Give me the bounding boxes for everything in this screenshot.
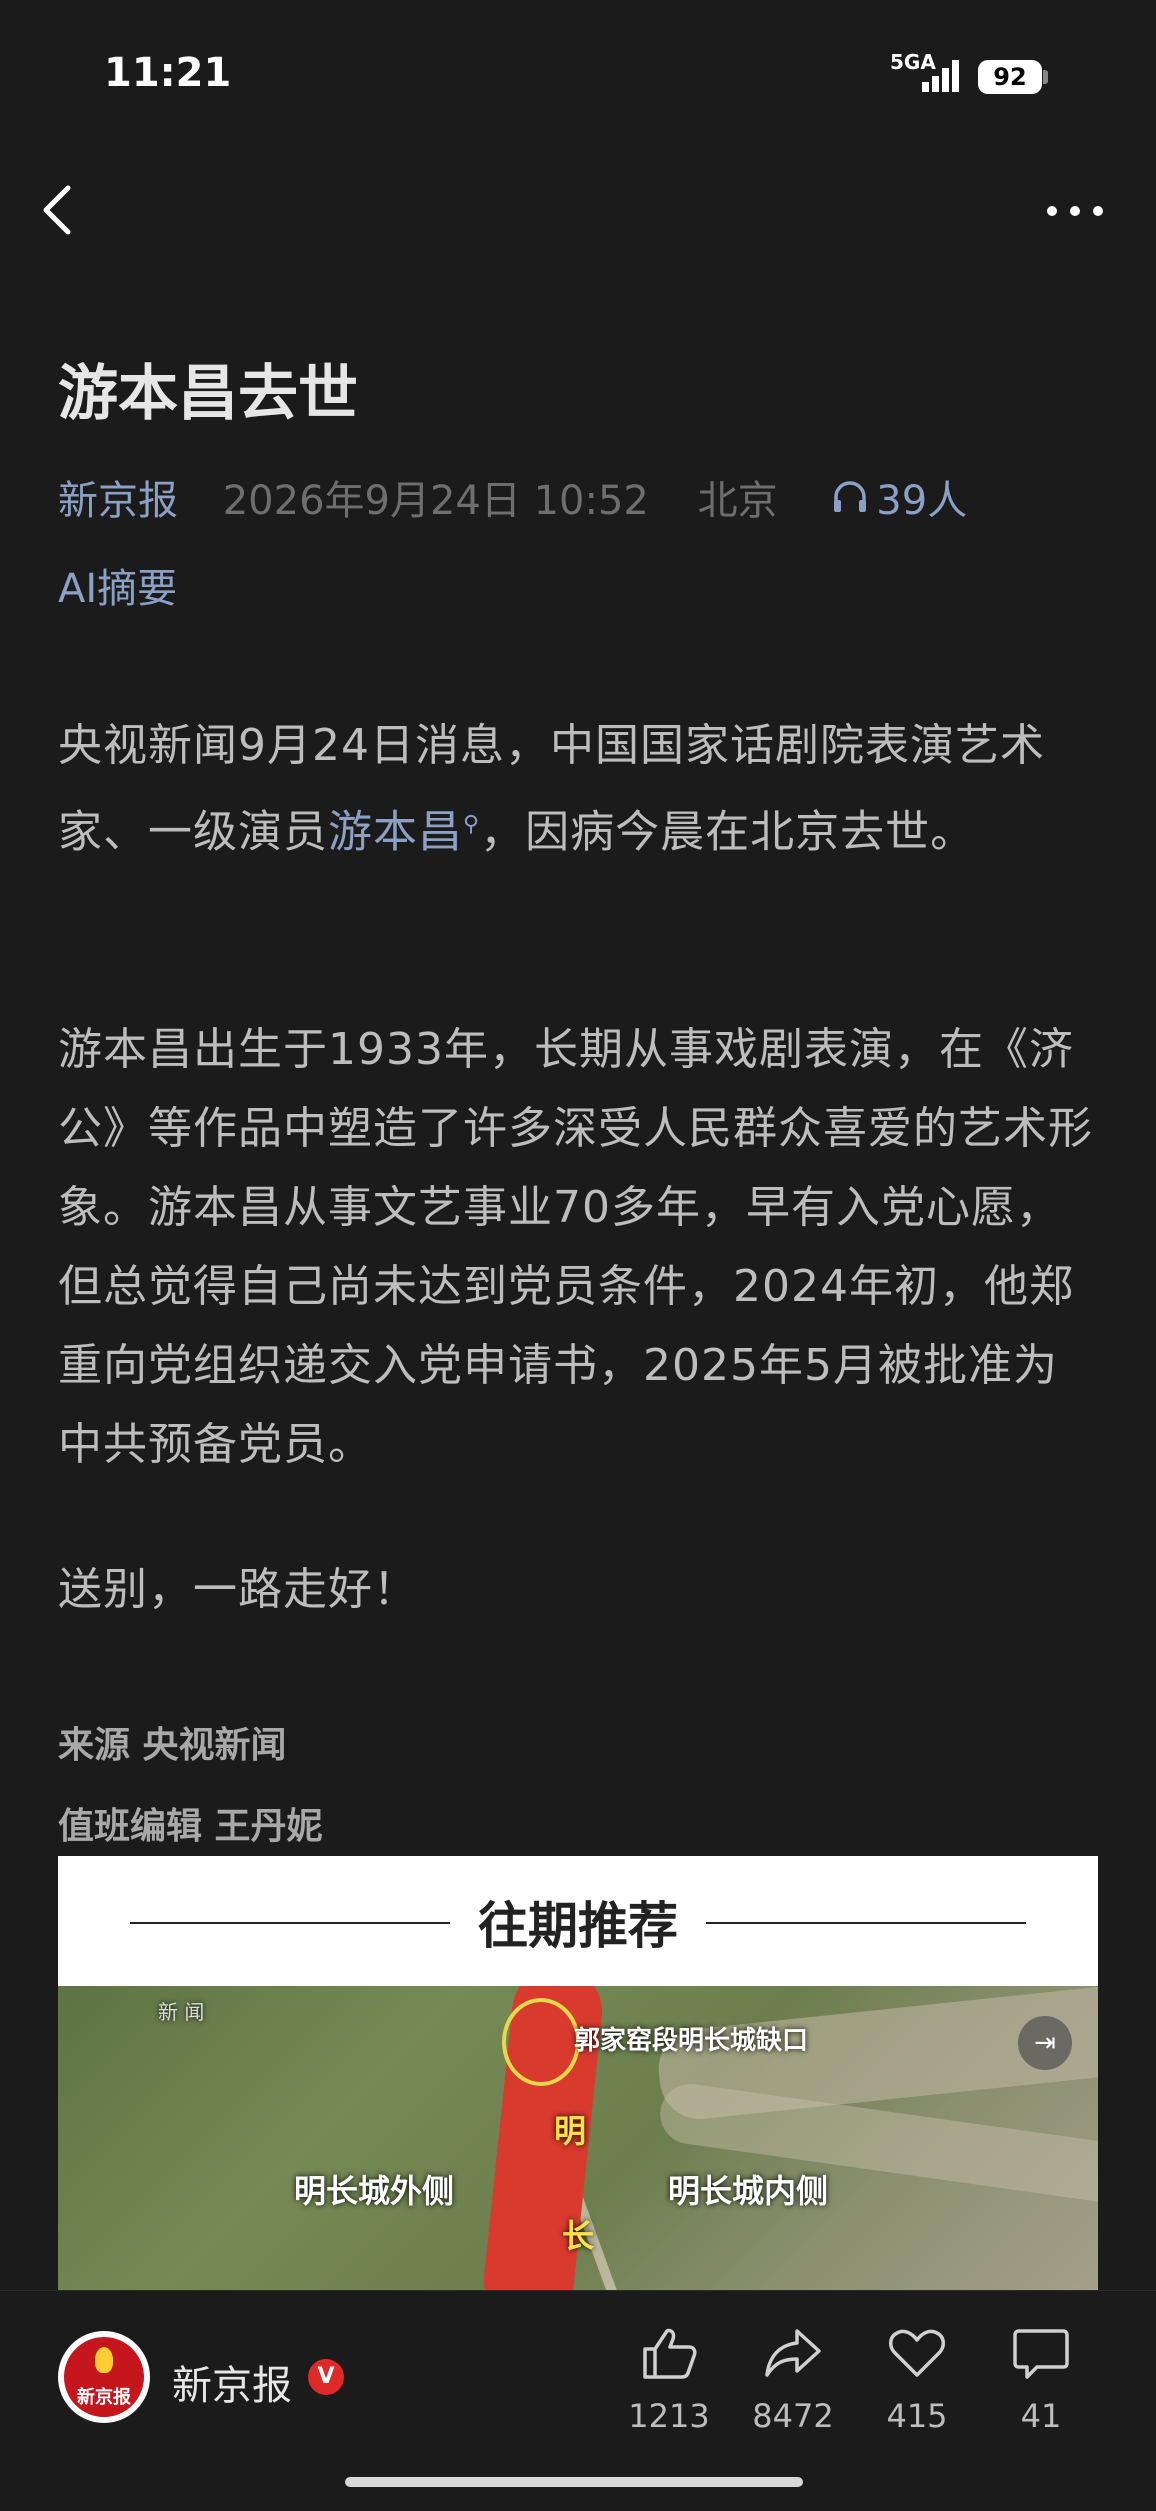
inside-label: 明长城内侧 bbox=[668, 2172, 829, 2210]
credit-editor: 值班编辑 王丹妮 bbox=[58, 1806, 323, 1847]
person-link[interactable]: 游本昌 bbox=[328, 807, 463, 858]
news-watermark: 新 闻 bbox=[158, 2000, 205, 2024]
exit-icon[interactable]: ⇥ bbox=[1018, 2016, 1072, 2070]
favorite-button[interactable]: 415 bbox=[862, 2325, 972, 2435]
status-time: 11:21 bbox=[104, 50, 232, 96]
share-button[interactable]: 8472 bbox=[738, 2325, 848, 2435]
favorite-count: 415 bbox=[886, 2397, 948, 2435]
past-recommendations-card[interactable]: 往期推荐 新 闻 郭家窑段明长城缺口 明长城外侧 明长城内侧 明 长 ⇥ bbox=[58, 1856, 1098, 2296]
signal-icon: 5GA bbox=[890, 50, 962, 96]
status-bar: 11:21 5GA 92 bbox=[0, 0, 1156, 150]
logo-text: 新京报 bbox=[77, 2387, 131, 2408]
comment-count: 41 bbox=[1020, 2397, 1062, 2435]
share-icon bbox=[765, 2329, 821, 2377]
promo-header: 往期推荐 bbox=[58, 1856, 1098, 1986]
listen-button[interactable]: 39人 bbox=[830, 468, 967, 526]
channel-avatar[interactable]: 新京报 bbox=[58, 2331, 150, 2423]
heart-icon bbox=[889, 2329, 945, 2377]
ai-summary-link[interactable]: AI摘要 bbox=[58, 556, 177, 614]
wall-label-chang: 长 bbox=[562, 2217, 595, 2255]
like-count: 1213 bbox=[628, 2397, 710, 2435]
publish-location: 北京 bbox=[697, 478, 778, 524]
paragraph-3: 送别，一路走好！ bbox=[58, 1564, 418, 1615]
great-wall-aerial-image[interactable]: 新 闻 郭家窑段明长城缺口 明长城外侧 明长城内侧 明 长 ⇥ bbox=[58, 1986, 1098, 2296]
source-link[interactable]: 新京报 bbox=[58, 468, 178, 526]
like-button[interactable]: 1213 bbox=[614, 2325, 724, 2435]
listener-count: 39人 bbox=[876, 478, 968, 524]
back-icon bbox=[43, 185, 71, 235]
back-button[interactable] bbox=[36, 180, 86, 240]
wall-label-ming: 明 bbox=[554, 2112, 587, 2150]
article-meta: 新京报 2026年9月24日 10:52 北京 39人 bbox=[58, 468, 967, 528]
like-icon bbox=[643, 2328, 697, 2379]
publish-date: 2026年9月24日 10:52 bbox=[222, 478, 649, 524]
verified-badge: V bbox=[308, 2359, 344, 2395]
outside-label: 明长城外侧 bbox=[294, 2172, 455, 2210]
channel-name[interactable]: 新京报 bbox=[172, 2353, 292, 2411]
paragraph-2: 游本昌出生于1933年，长期从事戏剧表演，在《济公》等作品中塑造了许多深受人民群… bbox=[58, 1024, 1093, 1470]
comment-icon bbox=[1013, 2329, 1069, 2379]
battery-icon: 92 bbox=[978, 60, 1042, 94]
gap-circle-marker bbox=[502, 1998, 580, 2086]
comment-button[interactable]: 41 bbox=[986, 2325, 1096, 2435]
divider-right bbox=[706, 1922, 1026, 1924]
paragraph-1-after: ，因病今晨在北京去世。 bbox=[480, 806, 976, 858]
article-title: 游本昌去世 bbox=[58, 359, 358, 429]
credit-source: 来源 央视新闻 bbox=[58, 1725, 287, 1766]
more-icon bbox=[1047, 206, 1103, 216]
paragraph-1: 央视新闻9月24日消息，中国国家话剧院表演艺术家、一级演员游本昌⚲，因病今晨在北… bbox=[58, 706, 1098, 872]
home-indicator[interactable] bbox=[345, 2477, 803, 2487]
share-count: 8472 bbox=[752, 2397, 834, 2435]
headphones-icon bbox=[834, 481, 867, 512]
logo-flame bbox=[95, 2347, 113, 2373]
more-button[interactable] bbox=[1040, 196, 1110, 226]
gap-label: 郭家窑段明长城缺口 bbox=[574, 2026, 809, 2056]
battery-tip bbox=[1043, 70, 1048, 84]
search-icon[interactable]: ⚲ bbox=[463, 812, 480, 837]
